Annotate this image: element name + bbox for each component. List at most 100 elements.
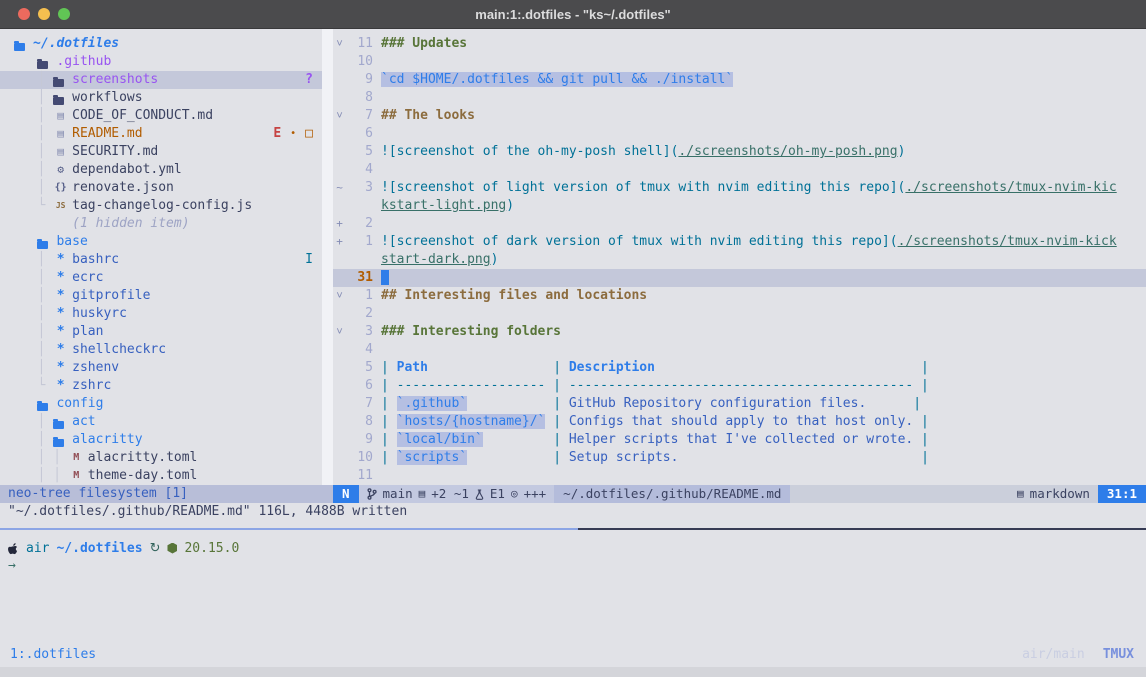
line-number: 10 [346, 449, 373, 467]
editor-buffer[interactable]: ˅11### Updates109`cd $HOME/.dotfiles && … [333, 29, 1146, 485]
line-text: ![screenshot of the oh-my-posh shell](./… [381, 143, 905, 161]
tree-item[interactable]: │ *bashrcI [0, 251, 322, 269]
editor-line[interactable]: +2 [333, 215, 1146, 233]
tree-item[interactable]: (1 hidden item) [0, 215, 322, 233]
tree-item[interactable]: │ alacritty [0, 431, 322, 449]
tree-item[interactable]: │ │ Malacritty.toml [0, 449, 322, 467]
tree-item[interactable]: │ {}renovate.json [0, 179, 322, 197]
fold-icon[interactable]: ˅ [333, 323, 346, 341]
tree-item[interactable]: │ *plan [0, 323, 322, 341]
md-file-icon: ▤ [53, 125, 68, 143]
tree-item[interactable]: │ *huskyrc [0, 305, 322, 323]
window-bottom-edge [0, 667, 1146, 677]
diagnostics-count: E1 [490, 485, 505, 503]
editor-line[interactable]: 8 [333, 89, 1146, 107]
tree-item[interactable]: │ act [0, 413, 322, 431]
gutter-blank [333, 377, 346, 395]
editor-line[interactable]: 6 [333, 125, 1146, 143]
editor-line[interactable]: ˅11### Updates [333, 35, 1146, 53]
editor-line[interactable]: 4 [333, 341, 1146, 359]
tree-item[interactable]: │ │ Mtheme-day.toml [0, 467, 322, 485]
editor-line[interactable]: 10 [333, 53, 1146, 71]
tree-item[interactable]: config [0, 395, 322, 413]
node-icon [167, 543, 177, 554]
tree-item-label: ecrc [72, 269, 103, 287]
md-file-icon: ▤ [53, 143, 68, 161]
editor-line[interactable]: kstart-light.png) [333, 197, 1146, 215]
tree-item[interactable]: base [0, 233, 322, 251]
tree-item[interactable]: ~/.dotfiles [0, 35, 322, 53]
fold-icon[interactable]: ˅ [333, 107, 346, 125]
tree-item[interactable]: └ *zshrc [0, 377, 322, 395]
tree-item[interactable]: │ ▤CODE_OF_CONDUCT.md [0, 107, 322, 125]
gutter-blank [333, 305, 346, 323]
terminal-window: main:1:.dotfiles - "ks~/.dotfiles" ~/.do… [0, 0, 1146, 677]
gutter-blank [333, 143, 346, 161]
tree-item[interactable]: │ screenshots? [0, 71, 322, 89]
editor-line[interactable]: 2 [333, 305, 1146, 323]
node-version: 20.15.0 [184, 541, 239, 556]
tree-item[interactable]: .github [0, 53, 322, 71]
cwd: ~/.dotfiles [56, 541, 142, 556]
line-text: start-dark.png) [381, 251, 498, 269]
star-file-icon: * [53, 377, 68, 395]
line-text: | `.github` | GitHub Repository configur… [381, 395, 921, 413]
editor-line[interactable]: ~3![screenshot of light version of tmux … [333, 179, 1146, 197]
tree-item[interactable]: │ ▤SECURITY.md [0, 143, 322, 161]
editor-line[interactable]: 11 [333, 467, 1146, 485]
line-text: ![screenshot of dark version of tmux wit… [381, 233, 1117, 251]
editor-line[interactable]: ˅1## Interesting files and locations [333, 287, 1146, 305]
close-button[interactable] [18, 8, 30, 20]
tree-item[interactable]: │ ▤README.mdE•□ [0, 125, 322, 143]
refresh-icon: ↻ [150, 541, 161, 556]
editor-line[interactable]: ˅7## The looks [333, 107, 1146, 125]
text-segment: ./screenshots/tmux-nvim-kick [898, 234, 1117, 249]
indent-guides: │ [14, 287, 53, 305]
editor-line[interactable]: +1![screenshot of dark version of tmux w… [333, 233, 1146, 251]
tree-item-label: workflows [72, 89, 142, 107]
tree-item[interactable]: │ *gitprofile [0, 287, 322, 305]
tmux-pane-divider[interactable] [0, 528, 1146, 530]
editor-line[interactable]: 10| `scripts` | Setup scripts. | [333, 449, 1146, 467]
gutter-blank [333, 197, 346, 215]
tree-item[interactable]: │ *shellcheckrc [0, 341, 322, 359]
apple-icon [8, 542, 19, 555]
indent-guides: │ [14, 161, 53, 179]
folder-icon [37, 241, 48, 249]
folder-icon [53, 97, 64, 105]
text-segment: ) [491, 252, 499, 267]
text-segment: GitHub Repository configuration files. [569, 396, 866, 411]
gutter-blank [333, 251, 346, 269]
editor-line[interactable]: 7| `.github` | GitHub Repository configu… [333, 395, 1146, 413]
tree-item[interactable]: │ *zshenv [0, 359, 322, 377]
shell-pane[interactable]: air ~/.dotfiles ↻ 20.15.0 → [0, 530, 1146, 641]
editor-line[interactable]: 9`cd $HOME/.dotfiles && git pull && ./in… [333, 71, 1146, 89]
titlebar[interactable]: main:1:.dotfiles - "ks~/.dotfiles" [0, 0, 1146, 29]
fold-icon[interactable]: ˅ [333, 287, 346, 305]
editor-line[interactable]: 31 [333, 269, 1146, 287]
tree-item[interactable]: │ *ecrc [0, 269, 322, 287]
editor-line[interactable]: 5![screenshot of the oh-my-posh shell](.… [333, 143, 1146, 161]
statusline-fill [790, 485, 1009, 503]
text-segment: | [913, 396, 921, 411]
editor-line[interactable]: start-dark.png) [333, 251, 1146, 269]
editor-line[interactable]: 6| ------------------- | ---------------… [333, 377, 1146, 395]
editor-line[interactable]: 4 [333, 161, 1146, 179]
tree-item[interactable]: └ JStag-changelog-config.js [0, 197, 322, 215]
fold-icon[interactable]: ˅ [333, 35, 346, 53]
line-number: 4 [346, 161, 373, 179]
text-segment: ![screenshot of light version of tmux wi… [381, 180, 905, 195]
editor-line[interactable]: ˅3### Interesting folders [333, 323, 1146, 341]
text-segment: | [381, 450, 397, 465]
minimize-button[interactable] [38, 8, 50, 20]
editor-line[interactable]: 9| `local/bin` | Helper scripts that I'v… [333, 431, 1146, 449]
star-file-icon: * [53, 323, 68, 341]
tree-item[interactable]: │ workflows [0, 89, 322, 107]
tree-item[interactable]: │ ⚙dependabot.yml [0, 161, 322, 179]
zoom-button[interactable] [58, 8, 70, 20]
editor-line[interactable]: 8| `hosts/{hostname}/` | Configs that sh… [333, 413, 1146, 431]
editor-line[interactable]: 5| Path | Description | [333, 359, 1146, 377]
line-number [346, 197, 373, 215]
indent-guides: │ │ [14, 449, 69, 467]
tmux-window-item[interactable]: 1:.dotfiles [10, 647, 96, 662]
